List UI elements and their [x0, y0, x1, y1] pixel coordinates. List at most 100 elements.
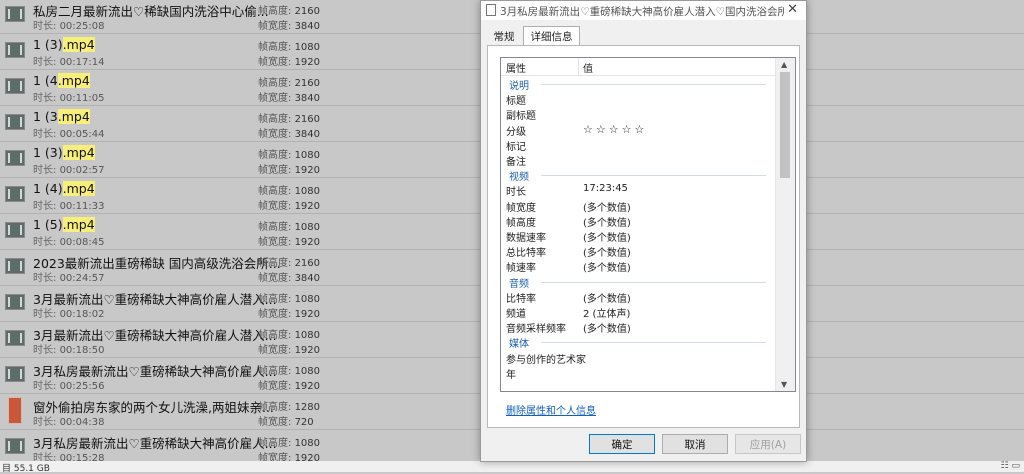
property-name: 分级	[506, 127, 526, 138]
frame-width-value: 1920	[294, 237, 321, 248]
property-section[interactable]: 音频	[501, 274, 776, 290]
scroll-down-icon[interactable]: ▼	[781, 380, 787, 389]
ok-button[interactable]: 确定	[589, 434, 655, 454]
frame-width-value: 1920	[294, 201, 321, 212]
frame-width: 帧宽度: 1920	[258, 233, 320, 248]
property-row[interactable]: 副标题	[501, 106, 776, 122]
property-row[interactable]: 分级 ☆☆☆☆☆	[501, 122, 776, 138]
view-mode-icons[interactable]: ☷ ▭	[1001, 461, 1020, 471]
video-thumbnail-icon	[5, 150, 25, 166]
property-row[interactable]: 帧宽度 (多个数值)	[501, 198, 776, 214]
property-row[interactable]: 总比特率 (多个数值)	[501, 243, 776, 259]
property-value: (多个数值)	[583, 294, 631, 305]
scroll-up-icon[interactable]: ▲	[781, 60, 787, 69]
property-section[interactable]: 视频	[501, 167, 776, 183]
video-thumbnail-icon	[5, 222, 25, 238]
video-thumbnail-icon	[5, 6, 25, 22]
frame-width: 帧宽度: 3840	[258, 17, 320, 32]
frame-height-value: 2160	[294, 114, 321, 125]
property-name: 标记	[506, 142, 526, 153]
property-value: (多个数值)	[583, 263, 631, 274]
file-name-text: 1 (3)	[33, 37, 63, 52]
frame-width: 帧宽度: 1920	[258, 341, 320, 356]
property-name: 频道	[506, 309, 526, 320]
section-divider	[541, 84, 766, 85]
frame-width: 帧宽度: 1920	[258, 53, 320, 68]
cancel-button[interactable]: 取消	[662, 434, 728, 454]
duration-value: 00:24:57	[59, 273, 105, 284]
file-name-text: 1 (3)	[33, 145, 63, 160]
duration: 时长: 00:17:14	[33, 53, 104, 68]
frame-height-label: 帧高度:	[258, 366, 292, 377]
frame-width-value: 3840	[294, 21, 321, 32]
property-row[interactable]: 时长 17:23:45	[501, 182, 776, 198]
scrollbar-thumb[interactable]	[780, 72, 790, 178]
duration-label: 时长:	[33, 57, 57, 68]
frame-width: 帧宽度: 3840	[258, 269, 320, 284]
duration-value: 00:05:44	[59, 129, 105, 140]
duration-value: 00:17:14	[59, 57, 105, 68]
frame-height-label: 帧高度:	[258, 294, 292, 305]
video-thumbnail-icon	[5, 42, 25, 58]
property-row[interactable]: 备注	[501, 152, 776, 168]
column-header-value[interactable]: 值	[583, 60, 593, 75]
frame-width-label: 帧宽度:	[258, 309, 292, 320]
duration-label: 时长:	[33, 273, 57, 284]
frame-width-label: 帧宽度:	[258, 129, 292, 140]
property-name: 时长	[506, 187, 526, 198]
duration-label: 时长:	[33, 129, 57, 140]
property-row[interactable]: 标题	[501, 91, 776, 107]
frame-height: 帧高度: 1080	[258, 326, 320, 341]
property-row[interactable]: 数据速率 (多个数值)	[501, 228, 776, 244]
rating-stars-icon[interactable]: ☆☆☆☆☆	[583, 123, 647, 136]
video-thumbnail-icon	[5, 366, 25, 382]
close-icon[interactable]: ✕	[787, 2, 798, 17]
property-row[interactable]: 音频采样频率 (多个数值)	[501, 319, 776, 335]
grid-header: 属性 值	[501, 58, 776, 76]
frame-height: 帧高度: 1080	[258, 362, 320, 377]
file-extension-highlight: .mp4	[62, 37, 95, 52]
frame-width-label: 帧宽度:	[258, 57, 292, 68]
property-section[interactable]: 说明	[501, 76, 776, 92]
remove-properties-link[interactable]: 删除属性和个人信息	[506, 402, 596, 417]
frame-height-label: 帧高度:	[258, 150, 292, 161]
duration-label: 时长:	[33, 417, 57, 428]
video-thumbnail-icon	[5, 114, 25, 130]
frame-width-value: 3840	[294, 273, 321, 284]
duration: 时长: 00:24:57	[33, 269, 104, 284]
property-row[interactable]: 标记	[501, 137, 776, 153]
duration: 时长: 00:08:45	[33, 233, 104, 248]
frame-height-label: 帧高度:	[258, 78, 292, 89]
apply-button[interactable]: 应用(A)	[735, 434, 801, 454]
grid-body: 说明 标题 副标题 分级 ☆☆☆☆☆ 标记 备注 视频 时长 17:23:45 帧宽度 (多个数值) 帧…	[501, 76, 776, 391]
file-extension-highlight: .mp4	[57, 109, 90, 124]
property-row[interactable]: 频道 2 (立体声)	[501, 304, 776, 320]
frame-width-label: 帧宽度:	[258, 237, 292, 248]
property-row[interactable]: 帧高度 (多个数值)	[501, 213, 776, 229]
property-grid: 属性 值 说明 标题 副标题分级 ☆☆☆☆☆ 标记 备注 视频 时长 17:23:45 帧宽度 (多…	[500, 57, 796, 392]
frame-width-value: 1920	[294, 309, 321, 320]
property-row[interactable]: 帧速率 (多个数值)	[501, 258, 776, 274]
column-divider[interactable]	[578, 58, 579, 75]
vertical-scrollbar[interactable]: ▲ ▼	[775, 58, 795, 391]
video-thumbnail-icon	[5, 78, 25, 94]
property-section[interactable]: 媒体	[501, 334, 776, 350]
duration: 时长: 00:25:08	[33, 17, 104, 32]
frame-height-label: 帧高度:	[258, 222, 292, 233]
property-value: (多个数值)	[583, 324, 631, 335]
frame-width-value: 1920	[294, 381, 321, 392]
tab-details[interactable]: 详细信息	[523, 26, 580, 47]
duration-label: 时长:	[33, 201, 57, 212]
file-name-text: 1 (3	[33, 109, 58, 124]
column-header-name[interactable]: 属性	[506, 60, 526, 75]
video-thumbnail-icon	[5, 294, 25, 310]
tab-general[interactable]: 常规	[488, 28, 520, 46]
frame-height-value: 1080	[294, 438, 321, 449]
property-row[interactable]: 参与创作的艺术家	[501, 350, 776, 366]
property-row[interactable]: 年	[501, 365, 776, 381]
frame-height: 帧高度: 1080	[258, 434, 320, 449]
duration-label: 时长:	[33, 309, 57, 320]
section-divider	[541, 342, 766, 343]
property-row[interactable]: 比特率 (多个数值)	[501, 289, 776, 305]
frame-width-label: 帧宽度:	[258, 417, 292, 428]
